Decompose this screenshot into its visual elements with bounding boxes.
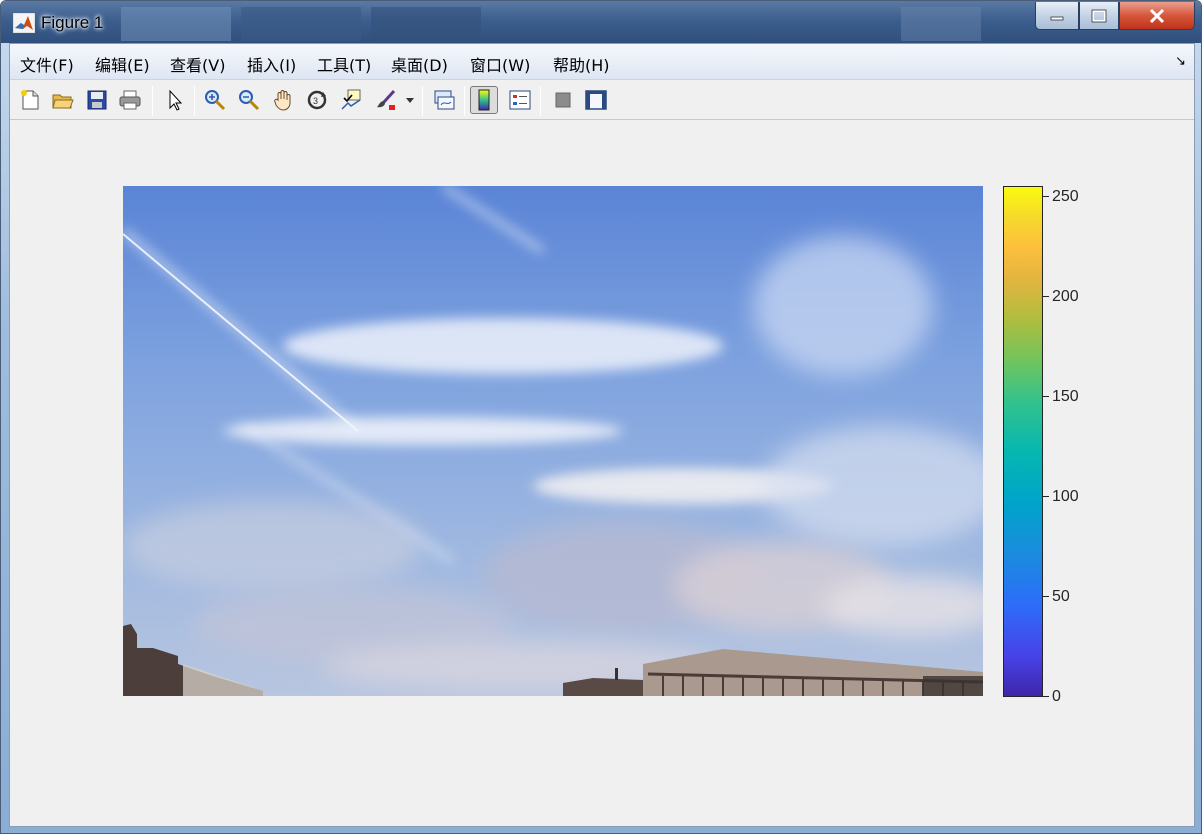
- insert-colorbar-button[interactable]: [470, 86, 498, 114]
- link-plot-icon: [434, 90, 455, 110]
- matlab-logo-icon: [13, 13, 35, 33]
- colorbar-icon: [478, 89, 490, 111]
- colorbar-tick-label: 100: [1052, 488, 1079, 505]
- zoom-out-icon: [239, 90, 260, 111]
- background-blur: [371, 7, 481, 41]
- link-plot-button[interactable]: [430, 86, 458, 114]
- axes-image-display[interactable]: [123, 186, 983, 696]
- colorbar-tick: [1043, 696, 1049, 697]
- toolbar-separator: [422, 86, 423, 116]
- maximize-icon: [1091, 9, 1107, 22]
- colorbar-tick-label: 200: [1052, 288, 1079, 305]
- chevron-down-icon: [406, 98, 414, 103]
- brush-button[interactable]: [372, 86, 400, 114]
- close-icon: [1149, 8, 1165, 23]
- background-blur: [121, 7, 231, 41]
- svg-text:3: 3: [313, 96, 318, 106]
- zoom-in-icon: [205, 90, 226, 111]
- hide-plot-tools-icon: [555, 92, 571, 108]
- select-button[interactable]: [161, 86, 189, 114]
- close-button[interactable]: [1119, 2, 1195, 30]
- menu-help[interactable]: 帮助(H): [553, 52, 610, 76]
- open-file-button[interactable]: [49, 86, 77, 114]
- colorbar-tick-label: 50: [1052, 588, 1070, 605]
- background-blur: [241, 7, 361, 41]
- menu-window[interactable]: 窗口(W): [470, 52, 530, 76]
- toolbar-separator: [540, 86, 541, 116]
- pan-button[interactable]: [269, 86, 297, 114]
- pan-hand-icon: [274, 90, 291, 111]
- toolbar-separator: [152, 86, 153, 116]
- select-arrow-icon: [169, 89, 183, 111]
- legend-icon: [509, 90, 531, 110]
- colorbar-tick: [1043, 496, 1049, 497]
- print-button[interactable]: [116, 86, 144, 114]
- toolbar-separator: [194, 86, 195, 116]
- figure-toolbar: 3: [10, 80, 1194, 120]
- colorbar-tick: [1043, 396, 1049, 397]
- menu-view[interactable]: 查看(V): [170, 52, 225, 76]
- colorbar-tick-label: 0: [1052, 688, 1061, 705]
- colorbar[interactable]: [1003, 186, 1043, 697]
- minimize-icon: [1050, 16, 1064, 20]
- brush-icon: [377, 89, 396, 110]
- data-cursor-icon: [341, 89, 361, 110]
- colorbar-tick-label: 150: [1052, 388, 1079, 405]
- zoom-out-button[interactable]: [235, 86, 263, 114]
- menu-tools[interactable]: 工具(T): [317, 52, 371, 76]
- title-bar[interactable]: Figure 1: [1, 1, 1201, 43]
- toolbar-separator: [464, 86, 465, 116]
- colorbar-tick: [1043, 196, 1049, 197]
- menu-edit[interactable]: 编辑(E): [95, 52, 150, 76]
- figure-client-area: 文件(F) 编辑(E) 查看(V) 插入(I) 工具(T) 桌面(D) 窗口(W…: [9, 43, 1195, 827]
- open-file-icon: [52, 94, 74, 109]
- data-cursor-button[interactable]: [337, 86, 365, 114]
- rotate-3d-icon: 3: [307, 90, 327, 110]
- menu-insert[interactable]: 插入(I): [247, 52, 296, 76]
- new-figure-button[interactable]: [16, 86, 44, 114]
- colorbar-tick: [1043, 296, 1049, 297]
- maximize-button[interactable]: [1079, 2, 1119, 30]
- show-plot-tools-button[interactable]: [582, 86, 610, 114]
- minimize-button[interactable]: [1035, 2, 1079, 30]
- save-button[interactable]: [83, 86, 111, 114]
- dock-arrow-icon[interactable]: ↘: [1175, 54, 1186, 69]
- insert-legend-button[interactable]: [506, 86, 534, 114]
- menu-file[interactable]: 文件(F): [20, 52, 74, 76]
- menu-bar: 文件(F) 编辑(E) 查看(V) 插入(I) 工具(T) 桌面(D) 窗口(W…: [10, 44, 1194, 80]
- new-figure-icon: [21, 90, 39, 110]
- sky-photo-image: [123, 186, 983, 696]
- menu-desktop[interactable]: 桌面(D): [391, 52, 448, 76]
- colorbar-tick-label: 250: [1052, 188, 1079, 205]
- save-icon: [87, 90, 107, 110]
- figure-window: Figure 1 文件(F) 编辑(E) 查看(V) 插入(I) 工具(T) 桌…: [0, 0, 1202, 834]
- rotate-3d-button[interactable]: 3: [303, 86, 331, 114]
- brush-dropdown[interactable]: [404, 86, 416, 114]
- colorbar-tick: [1043, 596, 1049, 597]
- print-icon: [119, 90, 141, 110]
- background-blur: [901, 7, 981, 41]
- zoom-in-button[interactable]: [201, 86, 229, 114]
- hide-plot-tools-button[interactable]: [549, 86, 577, 114]
- show-plot-tools-icon: [585, 90, 607, 110]
- window-title: Figure 1: [41, 13, 104, 32]
